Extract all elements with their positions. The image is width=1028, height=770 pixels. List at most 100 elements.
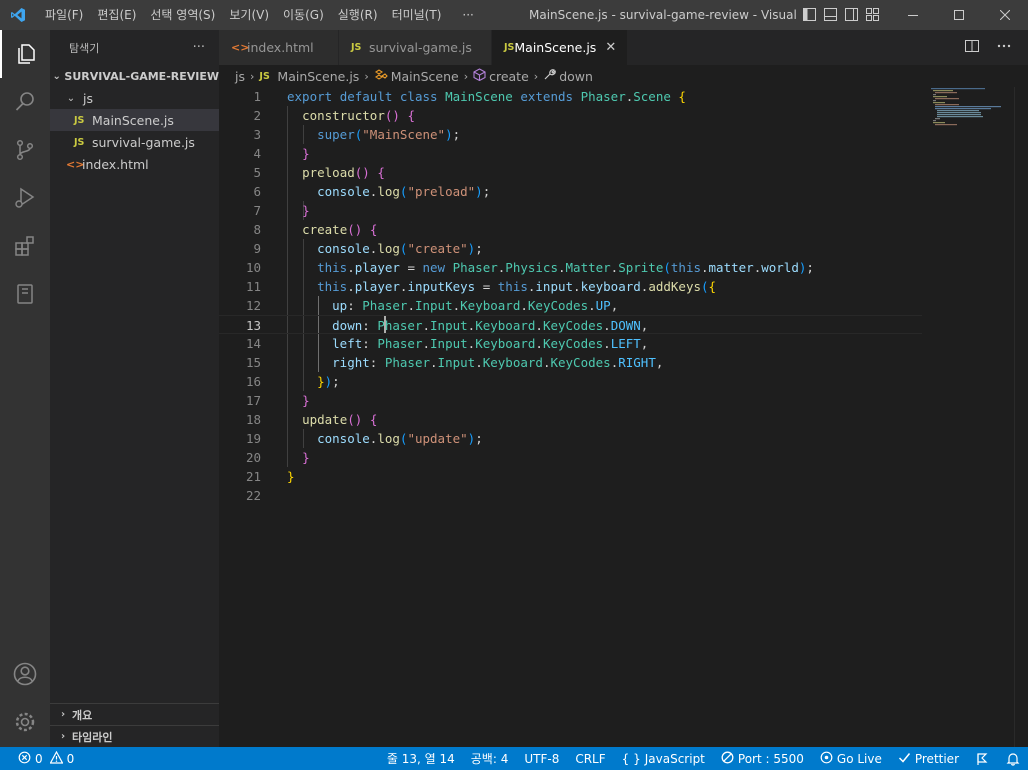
close-window-icon[interactable] [982, 0, 1028, 30]
code-text: super("MainScene"); [317, 127, 461, 142]
go-live-button[interactable]: Go Live [812, 751, 890, 767]
warning-count: 0 [66, 751, 75, 766]
code-line: 8 create() { [253, 222, 378, 237]
explorer-icon[interactable] [0, 30, 50, 78]
javascript-file-icon: JS [74, 114, 85, 126]
class-symbol-icon [374, 68, 388, 84]
encoding[interactable]: UTF-8 [516, 752, 567, 766]
code-editor[interactable]: 1 export default class MainScene extends … [219, 87, 1028, 747]
menu-more[interactable]: ··· [448, 0, 480, 30]
explorer-more-actions[interactable]: ··· [193, 40, 205, 55]
explorer-title: 탐색기 [69, 41, 100, 55]
minimize-icon[interactable] [890, 0, 936, 30]
toggle-secondary-sidebar-icon[interactable] [844, 7, 859, 22]
breadcrumb-method[interactable]: create [489, 69, 529, 84]
minimap-preview [931, 88, 1001, 126]
minimap[interactable] [929, 87, 1014, 747]
code-line: 9 console.log("create"); [253, 241, 483, 256]
file-index-html[interactable]: <> index.html [50, 153, 219, 175]
extensions-icon[interactable] [0, 222, 50, 270]
notifications-bell-icon[interactable] [998, 752, 1028, 766]
breadcrumb: js › JS MainScene.js › MainScene › creat… [219, 65, 1028, 87]
split-editor-icon[interactable] [964, 38, 980, 57]
workspace-root[interactable]: ⌄ SURVIVAL-GAME-REVIEW [50, 65, 220, 87]
folder-js[interactable]: ⌄ js [50, 87, 219, 109]
tab-mainscene[interactable]: JS MainScene.js ✕ [492, 30, 628, 65]
cursor-position[interactable]: 줄 13, 열 14 [379, 750, 463, 767]
chevron-right-icon: › [463, 69, 469, 83]
more-actions-icon[interactable] [996, 38, 1012, 57]
workspace-root-label: SURVIVAL-GAME-REVIEW [64, 69, 219, 83]
toggle-panel-icon[interactable] [823, 7, 838, 22]
chevron-right-icon: › [60, 709, 66, 720]
editor-scrollbar[interactable] [1014, 87, 1028, 747]
account-icon[interactable] [0, 650, 50, 698]
warning-icon [49, 750, 64, 767]
manage-gear-icon[interactable] [0, 698, 50, 746]
file-mainscene[interactable]: JS MainScene.js [50, 109, 219, 131]
status-bar: 0 0 줄 13, 열 14 공백: 4 UTF-8 CRLF { } Java… [0, 747, 1028, 770]
close-tab-icon[interactable]: ✕ [605, 40, 616, 55]
language-mode[interactable]: { } JavaScript [614, 752, 713, 766]
menu-file[interactable]: 파일(F) [38, 0, 90, 30]
menu-view[interactable]: 보기(V) [222, 0, 276, 30]
code-text: this.player.inputKeys = this.input.keybo… [317, 279, 717, 294]
toggle-sidebar-icon[interactable] [802, 7, 817, 22]
explorer-sidebar: 탐색기 ··· ⌄ SURVIVAL-GAME-REVIEW ⌄ js JS M… [50, 30, 219, 747]
javascript-file-icon: JS [74, 136, 85, 148]
html-file-icon: <> [66, 157, 85, 171]
run-debug-icon[interactable] [0, 174, 50, 222]
code-line: 3 super("MainScene"); [253, 127, 461, 142]
feedback-icon[interactable] [967, 752, 998, 766]
file-survival-game[interactable]: JS survival-game.js [50, 131, 219, 153]
prettier-status[interactable]: Prettier [890, 751, 967, 767]
outline-label: 개요 [72, 708, 93, 722]
end-of-line[interactable]: CRLF [567, 752, 613, 766]
chevron-down-icon: ⌄ [66, 92, 76, 104]
code-text: } [302, 146, 310, 161]
breadcrumb-folder[interactable]: js [235, 69, 245, 84]
error-icon [18, 751, 31, 767]
code-text: down: Phaser.Input.Keyboard.KeyCodes.DOW… [332, 318, 649, 333]
error-count: 0 [35, 751, 43, 766]
chevron-down-icon: ⌄ [52, 70, 61, 82]
customize-layout-icon[interactable] [865, 7, 880, 22]
breadcrumb-symbol[interactable]: down [559, 69, 593, 84]
menu-selection[interactable]: 선택 영역(S) [143, 0, 222, 30]
menu-edit[interactable]: 편집(E) [90, 0, 143, 30]
search-icon[interactable] [0, 78, 50, 126]
code-text: right: Phaser.Input.Keyboard.KeyCodes.RI… [332, 355, 664, 370]
menu-run[interactable]: 실행(R) [331, 0, 385, 30]
code-text: export default class MainScene extends P… [287, 89, 686, 104]
outline-section[interactable]: › 개요 [50, 703, 219, 725]
code-line: 10 this.player = new Phaser.Physics.Matt… [245, 260, 814, 275]
menu-go[interactable]: 이동(G) [276, 0, 331, 30]
tab-survival-game[interactable]: JS survival-game.js [339, 30, 492, 65]
menu-terminal[interactable]: 터미널(T) [385, 0, 449, 30]
code-text: update() { [302, 412, 378, 427]
code-line: 12 up: Phaser.Input.Keyboard.KeyCodes.UP… [245, 298, 619, 313]
tab-label: index.html [247, 40, 314, 55]
folder-js-label: js [83, 90, 93, 106]
timeline-section[interactable]: › 타임라인 [50, 725, 219, 747]
file-mainscene-label: MainScene.js [92, 112, 174, 128]
code-text: } [302, 393, 310, 408]
code-line: 6 console.log("preload"); [253, 184, 491, 199]
block-circle-icon [721, 751, 734, 767]
problems-indicator[interactable]: 0 0 [0, 750, 75, 767]
code-line: 17 } [245, 393, 310, 408]
live-server-port[interactable]: Port : 5500 [713, 751, 812, 767]
maximize-icon[interactable] [936, 0, 982, 30]
indentation[interactable]: 공백: 4 [463, 750, 517, 767]
source-control-icon[interactable] [0, 126, 50, 174]
menu-bar: 파일(F) 편집(E) 선택 영역(S) 보기(V) 이동(G) 실행(R) 터… [38, 0, 481, 30]
check-icon [898, 751, 911, 767]
breadcrumb-class[interactable]: MainScene [391, 69, 459, 84]
window-controls [890, 0, 1028, 30]
remote-explorer-icon[interactable] [0, 270, 50, 318]
javascript-file-icon: JS [351, 42, 362, 53]
breadcrumb-file[interactable]: MainScene.js [277, 69, 359, 84]
code-line: 7 } [253, 203, 310, 218]
tab-index-html[interactable]: <> index.html [219, 30, 339, 65]
layout-controls [802, 7, 880, 22]
